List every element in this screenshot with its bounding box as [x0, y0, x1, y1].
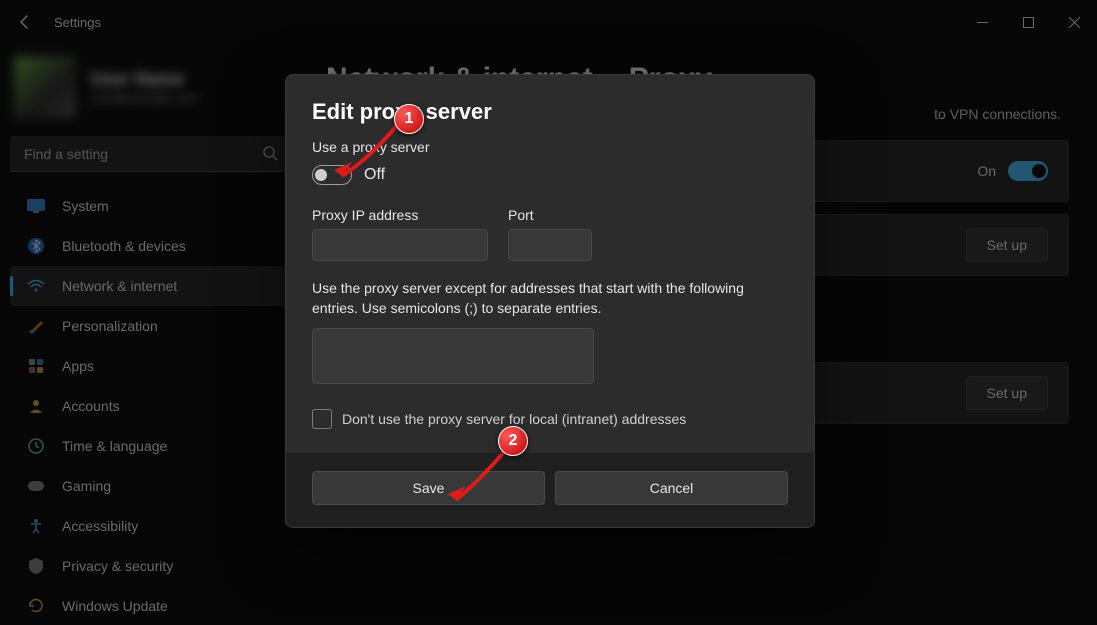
use-proxy-label: Use a proxy server [312, 139, 788, 155]
annotation-marker-1: 1 [394, 104, 424, 134]
cancel-button[interactable]: Cancel [555, 471, 788, 505]
save-button[interactable]: Save [312, 471, 545, 505]
bypass-help-text: Use the proxy server except for addresse… [312, 279, 788, 318]
bypass-list-input[interactable] [312, 328, 594, 384]
local-bypass-label: Don't use the proxy server for local (in… [342, 411, 686, 427]
local-bypass-checkbox[interactable] [312, 409, 332, 429]
edit-proxy-dialog: Edit proxy server Use a proxy server Off… [285, 74, 815, 528]
dialog-title: Edit proxy server [312, 99, 788, 125]
annotation-marker-2: 2 [498, 426, 528, 456]
proxy-port-label: Port [508, 207, 592, 223]
proxy-ip-input[interactable] [312, 229, 488, 261]
proxy-ip-label: Proxy IP address [312, 207, 488, 223]
use-proxy-toggle[interactable] [312, 165, 352, 185]
proxy-port-input[interactable] [508, 229, 592, 261]
toggle-state-label: Off [364, 166, 385, 184]
